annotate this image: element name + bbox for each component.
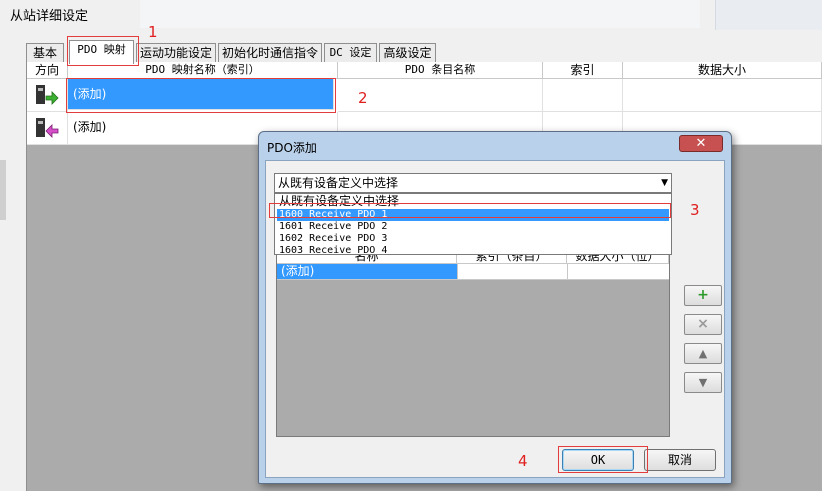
direction-cell: [27, 79, 68, 112]
window-title: 从站详细设定: [10, 9, 89, 24]
table-cell: [623, 79, 822, 112]
table-cell: [543, 79, 623, 112]
tab-advanced[interactable]: 高级设定: [379, 43, 436, 63]
delete-icon: ×: [697, 316, 709, 332]
annotation-step-2: 2: [358, 89, 368, 107]
chevron-down-icon: ▼: [661, 178, 668, 188]
column-data-size[interactable]: 数据大小: [623, 62, 822, 79]
tab-dc-settings[interactable]: DC 设定: [324, 43, 377, 63]
cell-divider: [457, 264, 458, 279]
tab-basic[interactable]: 基本: [26, 43, 64, 63]
annotation-box-ok: [558, 446, 648, 473]
pdo-add-dialog: PDO添加 ✕ 从既有设备定义中选择 ▼ 名称 索引（条目） 数据大小（位） (…: [258, 131, 732, 484]
column-direction[interactable]: 方向: [27, 62, 68, 79]
background-window-strip: [140, 0, 700, 28]
dropdown-option[interactable]: 1602 Receive PDO 3: [277, 233, 669, 245]
dialog-title: PDO添加: [267, 141, 317, 155]
add-entry-button[interactable]: +: [684, 285, 722, 306]
column-entry-name[interactable]: PDO 条目名称: [338, 62, 543, 79]
dropdown-option[interactable]: 1603 Receive PDO 4: [277, 245, 669, 257]
cell-divider: [567, 264, 568, 279]
table-row[interactable]: (添加): [277, 264, 669, 280]
direction-cell: [27, 112, 68, 145]
tab-pdo-mapping[interactable]: PDO 映射: [69, 40, 134, 64]
background-toolbar-strip: [715, 0, 822, 30]
table-cell: [338, 79, 543, 112]
output-arrow-icon: [36, 85, 59, 105]
move-down-button[interactable]: ▼: [684, 372, 722, 393]
source-select-value: 从既有设备定义中选择: [278, 176, 399, 190]
close-icon: ✕: [695, 136, 707, 151]
delete-entry-button[interactable]: ×: [684, 314, 722, 335]
column-index[interactable]: 索引: [543, 62, 623, 79]
cancel-button[interactable]: 取消: [644, 449, 716, 471]
entry-row-name: (添加): [277, 264, 457, 279]
add-icon: +: [697, 287, 709, 303]
dropdown-option[interactable]: 1601 Receive PDO 2: [277, 221, 669, 233]
move-down-icon: ▼: [698, 376, 708, 389]
annotation-step-1: 1: [148, 23, 158, 41]
tab-init-commands[interactable]: 初始化时通信指令: [218, 43, 322, 63]
source-select[interactable]: 从既有设备定义中选择 ▼: [274, 173, 672, 193]
annotation-step-4: 4: [518, 452, 528, 470]
annotation-box-row: [66, 78, 336, 113]
move-up-button[interactable]: ▲: [684, 343, 722, 364]
close-button[interactable]: ✕: [679, 135, 723, 152]
tab-motion-settings[interactable]: 运动功能设定: [136, 43, 216, 63]
annotation-step-3: 3: [690, 201, 700, 219]
entry-table: 名称 索引（条目） 数据大小（位） (添加): [276, 249, 670, 437]
move-up-icon: ▲: [698, 347, 708, 360]
annotation-box-option: [269, 203, 671, 218]
left-window-edge: [0, 160, 6, 220]
input-arrow-icon: [36, 118, 59, 138]
